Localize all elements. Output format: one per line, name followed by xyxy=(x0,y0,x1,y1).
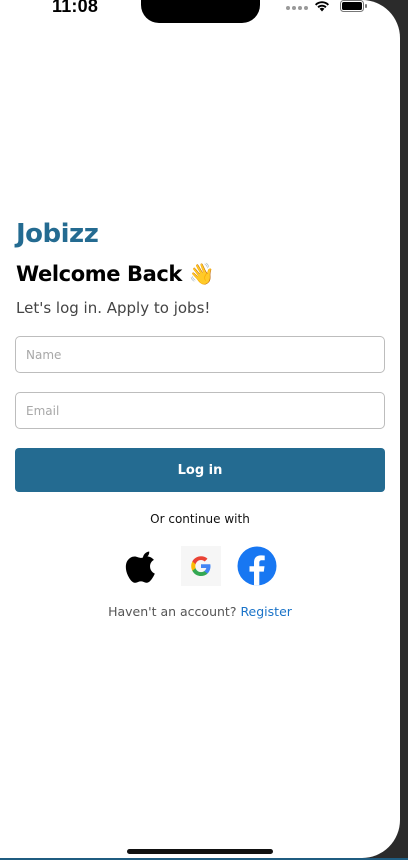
email-input[interactable] xyxy=(16,393,366,428)
dynamic-island xyxy=(141,0,260,23)
status-bar: 11:08 xyxy=(0,0,400,24)
register-prompt: Haven't an account? Register xyxy=(0,604,400,619)
brand-logo-text: Jobizz xyxy=(16,219,99,249)
facebook-icon xyxy=(237,546,277,586)
apple-signin-button[interactable] xyxy=(123,545,165,587)
background-edge xyxy=(400,0,408,860)
battery-icon xyxy=(340,0,367,12)
google-signin-button[interactable] xyxy=(180,545,222,587)
wifi-icon xyxy=(315,1,329,12)
page-subtitle: Let's log in. Apply to jobs! xyxy=(16,299,211,317)
cellular-signal-icon xyxy=(286,6,308,12)
google-icon xyxy=(181,546,221,586)
email-field[interactable] xyxy=(15,392,385,429)
facebook-signin-button[interactable] xyxy=(236,545,278,587)
apple-icon xyxy=(125,551,155,583)
phone-screen: 11:08 Jobizz Welcome Back 👋 Let's log in… xyxy=(0,0,400,858)
register-link[interactable]: Register xyxy=(240,604,291,619)
page-title: Welcome Back 👋 xyxy=(16,262,215,286)
register-prompt-text: Haven't an account? xyxy=(108,604,237,619)
continue-with-label: Or continue with xyxy=(150,512,250,526)
name-field[interactable] xyxy=(15,336,385,373)
home-indicator[interactable] xyxy=(127,849,273,854)
name-input[interactable] xyxy=(16,337,366,372)
login-button[interactable]: Log in xyxy=(15,448,385,492)
status-time: 11:08 xyxy=(52,0,99,16)
